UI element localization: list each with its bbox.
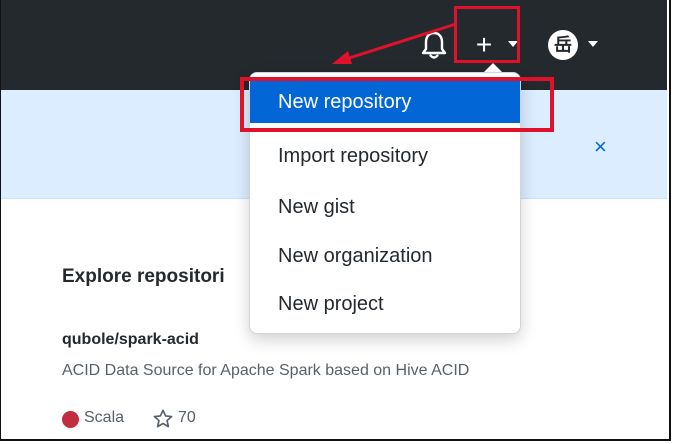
avatar[interactable]: 岳 [548, 30, 578, 60]
annotation-highlight-new-repository [240, 77, 554, 132]
menu-item-new-gist[interactable]: New gist [250, 186, 520, 228]
star-count[interactable]: 70 [178, 409, 196, 427]
repo-description: ACID Data Source for Apache Spark based … [62, 362, 470, 379]
annotation-highlight-plus [454, 6, 520, 63]
language-color-dot [62, 411, 79, 428]
explore-heading: Explore repositori [62, 266, 225, 287]
close-icon[interactable]: × [594, 136, 607, 158]
repo-language: Scala [84, 409, 125, 426]
menu-item-import-repository[interactable]: Import repository [250, 135, 520, 177]
repo-link[interactable]: qubole/spark-acid [62, 331, 199, 349]
dropdown-caret [484, 63, 502, 72]
star-icon[interactable] [152, 408, 174, 430]
chevron-down-icon[interactable] [588, 41, 598, 47]
bell-icon[interactable] [421, 30, 447, 60]
screenshot-frame: + 岳 × Explore repositori qubole/spark-ac… [0, 0, 667, 440]
menu-item-new-project[interactable]: New project [250, 283, 520, 325]
menu-item-new-organization[interactable]: New organization [250, 235, 520, 277]
